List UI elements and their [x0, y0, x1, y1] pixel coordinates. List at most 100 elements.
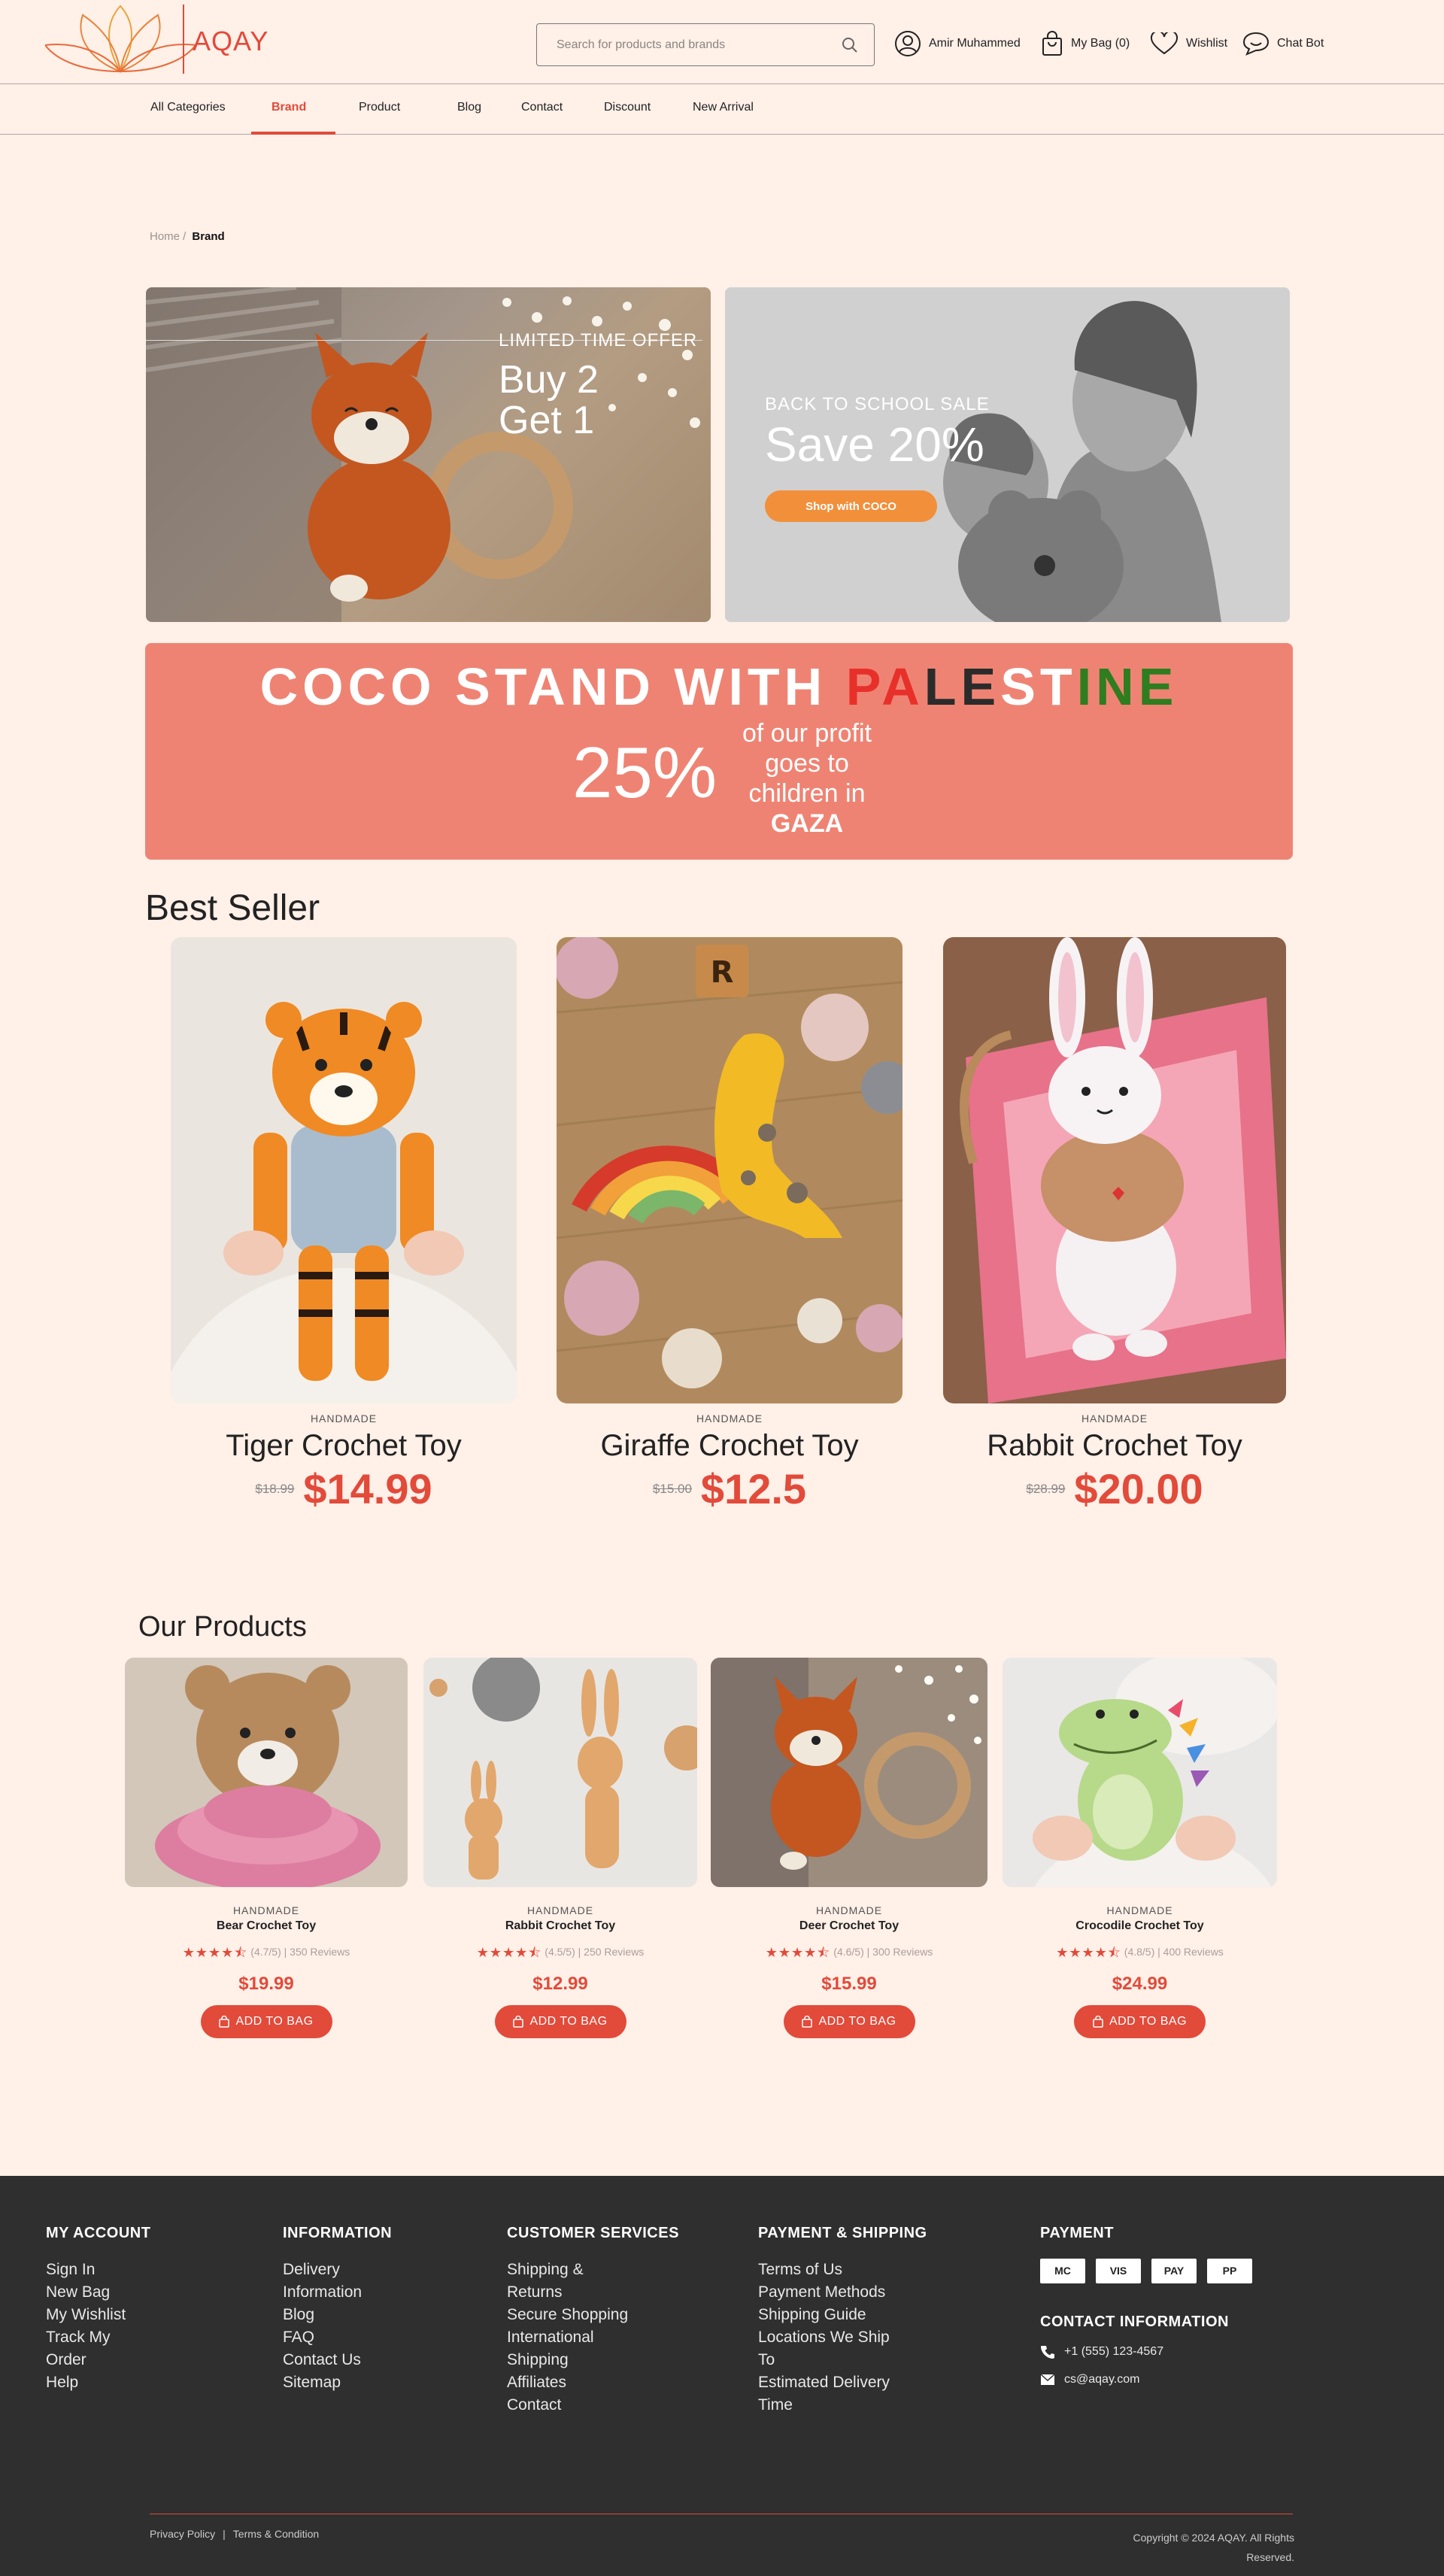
donation-line-1: of our profit [742, 719, 872, 748]
add-to-bag-button[interactable]: ADD TO BAG [783, 2005, 915, 2038]
footer-link[interactable]: Help [46, 2371, 150, 2394]
donation-line-4: GAZA [770, 809, 844, 838]
product-tag: HANDMADE [1106, 1904, 1173, 1916]
palestine-letter: L [924, 657, 961, 716]
product-name[interactable]: Rabbit Crochet Toy [943, 1429, 1286, 1463]
footer-link[interactable]: Secure Shopping [507, 2304, 679, 2326]
copyright: Copyright © 2024 AQAY. All Rights Reserv… [1054, 2528, 1294, 2567]
current-price: $12.5 [700, 1465, 807, 1513]
product-name[interactable]: Giraffe Crochet Toy [557, 1429, 902, 1463]
search-box[interactable] [536, 23, 875, 66]
product-tag: HANDMADE [1081, 1412, 1148, 1425]
account-link[interactable]: Amir Muhammed [894, 29, 1021, 59]
mail-icon [1040, 2374, 1055, 2385]
footer-link[interactable]: Shipping Guide [758, 2304, 927, 2326]
footer-link[interactable]: Estimated Delivery [758, 2371, 927, 2394]
bear-toy-image[interactable] [125, 1658, 408, 1887]
product-name[interactable]: Crocodile Crochet Toy [1003, 1919, 1277, 1933]
banner-headline: Save 20% [765, 417, 984, 472]
breadcrumb-current: Brand [192, 230, 225, 243]
footer-link[interactable]: Shipping & [507, 2259, 679, 2281]
product-name[interactable]: Bear Crochet Toy [125, 1919, 408, 1933]
add-to-bag-label: ADD TO BAG [235, 2015, 314, 2028]
best-seller-card[interactable]: R HANDMADE Giraffe Crochet Toy $15.00 $12… [557, 937, 902, 1513]
add-to-bag-button[interactable]: ADD TO BAG [200, 2005, 332, 2038]
footer-link[interactable]: New Bag [46, 2281, 150, 2304]
add-to-bag-button[interactable]: ADD TO BAG [1074, 2005, 1206, 2038]
footer-link[interactable]: Returns [507, 2281, 679, 2304]
giraffe-toy-image[interactable]: R [557, 937, 902, 1403]
product-tag: HANDMADE [526, 1904, 594, 1916]
copyright-line-2: Reserved. [1246, 2551, 1294, 2563]
footer-link[interactable]: Sitemap [283, 2371, 392, 2394]
product-card[interactable]: HANDMADE Crocodile Crochet Toy ★★★★⯪ (4.8… [1003, 1658, 1277, 2038]
pay-badge: PAY [1151, 2259, 1197, 2283]
footer-link[interactable]: FAQ [283, 2326, 392, 2349]
legal-separator: | [223, 2528, 226, 2540]
footer-link[interactable]: Time [758, 2394, 927, 2417]
bag-link[interactable]: My Bag (0) [1041, 29, 1130, 59]
nav-item-blog[interactable]: Blog [457, 101, 481, 114]
old-price: $28.99 [1026, 1481, 1066, 1496]
footer-link[interactable]: Information [283, 2281, 392, 2304]
nav-item-contact[interactable]: Contact [521, 101, 563, 114]
lotus-logo-icon[interactable] [45, 0, 196, 79]
footer-link[interactable]: Contact Us [283, 2349, 392, 2371]
footer-link[interactable]: To [758, 2349, 927, 2371]
footer-column-information: INFORMATION Delivery Information Blog FA… [283, 2225, 392, 2394]
search-icon[interactable] [841, 36, 859, 54]
footer-link[interactable]: International [507, 2326, 679, 2349]
footer-column-title: INFORMATION [283, 2225, 393, 2241]
footer-link[interactable]: Track My [46, 2326, 150, 2349]
footer-link[interactable]: Shipping [507, 2349, 679, 2371]
promo-banner-back-to-school[interactable]: BACK TO SCHOOL SALE Save 20% Shop with C… [725, 287, 1290, 622]
search-input[interactable] [557, 35, 827, 56]
product-name[interactable]: Rabbit Crochet Toy [423, 1919, 697, 1933]
product-card[interactable]: HANDMADE Rabbit Crochet Toy ★★★★⯪ (4.5/5)… [423, 1658, 697, 2038]
email-address: cs@aqay.com [1064, 2373, 1140, 2386]
footer-link[interactable]: Affiliates [507, 2371, 679, 2394]
wishlist-link[interactable]: Wishlist [1150, 29, 1227, 59]
product-name[interactable]: Deer Crochet Toy [711, 1919, 987, 1933]
add-to-bag-button[interactable]: ADD TO BAG [494, 2005, 626, 2038]
nav-item-discount[interactable]: Discount [604, 101, 651, 114]
nav-item-all-categories[interactable]: All Categories [150, 101, 226, 114]
banner-eyebrow: BACK TO SCHOOL SALE [765, 394, 990, 414]
rabbit-toy-image[interactable] [423, 1658, 697, 1887]
deer-toy-image[interactable] [711, 1658, 987, 1887]
product-name[interactable]: Tiger Crochet Toy [171, 1429, 517, 1463]
footer-link[interactable]: Locations We Ship [758, 2326, 927, 2349]
tiger-toy-image[interactable] [171, 937, 517, 1403]
rabbit-toy-image[interactable] [943, 937, 1286, 1403]
best-seller-card[interactable]: HANDMADE Rabbit Crochet Toy $28.99 $20.00 [943, 937, 1286, 1513]
palestine-letter: T [1039, 657, 1077, 716]
footer-link[interactable]: Contact [507, 2394, 679, 2417]
contact-email[interactable]: cs@aqay.com [1040, 2373, 1252, 2386]
product-card[interactable]: HANDMADE Deer Crochet Toy ★★★★⯪ (4.6/5) |… [711, 1658, 987, 2038]
star-rating-icon: ★★★★⯪ [182, 1945, 248, 1960]
terms-link[interactable]: Terms & Condition [233, 2528, 319, 2540]
nav-item-new-arrival[interactable]: New Arrival [693, 101, 754, 114]
footer-link[interactable]: Sign In [46, 2259, 150, 2281]
footer-link[interactable]: Payment Methods [758, 2281, 927, 2304]
crocodile-toy-image[interactable] [1003, 1658, 1277, 1887]
footer-link[interactable]: My Wishlist [46, 2304, 150, 2326]
footer-link[interactable]: Order [46, 2349, 150, 2371]
product-card[interactable]: HANDMADE Bear Crochet Toy ★★★★⯪ (4.7/5) |… [125, 1658, 408, 2038]
privacy-policy-link[interactable]: Privacy Policy [150, 2528, 215, 2540]
footer-link[interactable]: Delivery [283, 2259, 392, 2281]
best-seller-card[interactable]: HANDMADE Tiger Crochet Toy $18.99 $14.99 [171, 937, 517, 1513]
nav-item-product[interactable]: Product [359, 101, 400, 114]
brand-name[interactable]: AQAY [193, 26, 268, 57]
footer-link[interactable]: Terms of Us [758, 2259, 927, 2281]
palestine-support-banner: COCO STAND WITH PALESTINE 25% of our pro… [145, 643, 1293, 860]
promo-banner-buy2get1[interactable]: LIMITED TIME OFFER Buy 2 Get 1 [146, 287, 711, 622]
footer-link[interactable]: Blog [283, 2304, 392, 2326]
nav-item-brand[interactable]: Brand [272, 101, 306, 114]
palestine-letter: I [1076, 657, 1097, 716]
chatbot-link[interactable]: Chat Bot [1241, 29, 1324, 59]
breadcrumb-home[interactable]: Home / [150, 230, 186, 243]
shop-with-coco-button[interactable]: Shop with COCO [765, 490, 937, 522]
contact-phone[interactable]: +1 (555) 123-4567 [1040, 2344, 1252, 2359]
product-tag: HANDMADE [696, 1412, 763, 1425]
